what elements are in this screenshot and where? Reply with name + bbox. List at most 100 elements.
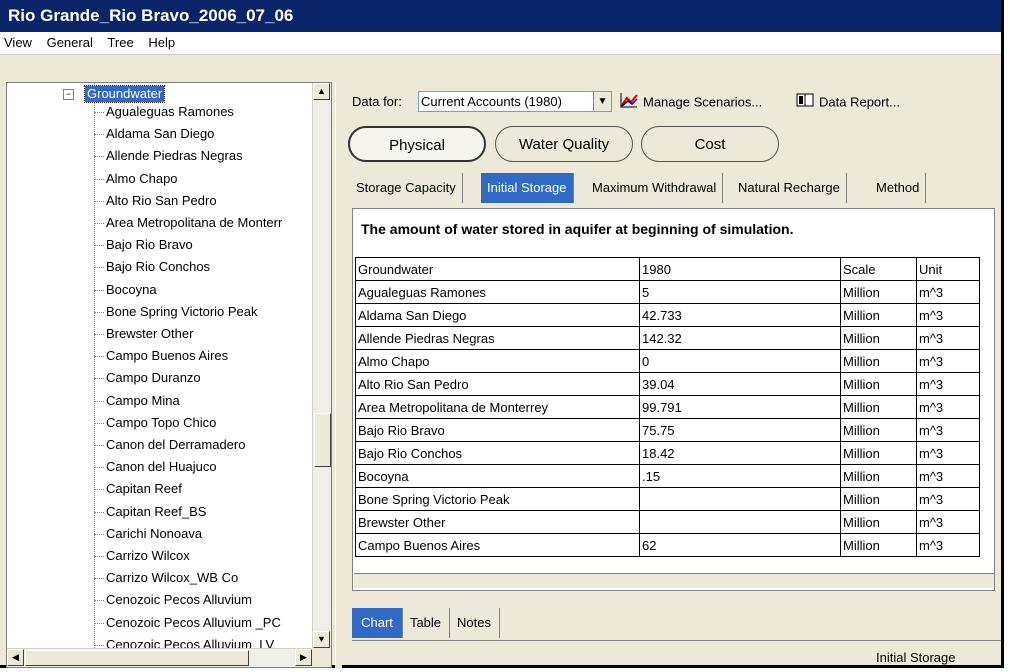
tree-item-label: Cenozoic Pecos Alluvium_LV — [106, 636, 275, 648]
tab-initial-storage[interactable]: Initial Storage — [481, 173, 574, 203]
tree-item-label: Campo Topo Chico — [106, 414, 217, 430]
scale-cell: Million — [840, 418, 917, 442]
tree-horizontal-scrollbar[interactable]: ◀ ▶ — [7, 648, 312, 667]
tree-item-label: Alto Rio San Pedro — [106, 192, 217, 208]
scale-cell: Million — [840, 510, 917, 534]
tab-chart[interactable]: Chart — [352, 608, 403, 638]
tree-item[interactable]: Campo Topo Chico — [94, 412, 216, 434]
tab-method[interactable]: Method — [870, 173, 927, 203]
category-cost-button[interactable]: Cost — [641, 126, 779, 162]
tree-item[interactable]: Area Metropolitana de Monterr — [94, 212, 282, 234]
tree-item[interactable]: Allende Piedras Negras — [94, 145, 243, 167]
grid-horizontal-scrollbar[interactable] — [354, 573, 994, 588]
value-cell[interactable]: 0 — [639, 349, 841, 373]
tree-item[interactable]: Campo Buenos Aires — [94, 345, 228, 367]
grid-filler — [980, 442, 1005, 465]
menu-tree[interactable]: Tree — [107, 35, 133, 50]
value-cell[interactable]: 39.04 — [639, 372, 841, 396]
grid-filler — [980, 350, 1005, 373]
tree-item[interactable]: Cenozoic Pecos Alluvium_LV — [94, 634, 274, 648]
grid-filler — [980, 304, 1005, 327]
tree-connector — [94, 156, 104, 158]
tree-item[interactable]: Aldama San Diego — [94, 123, 214, 145]
menu-general[interactable]: General — [47, 35, 93, 50]
tab-storage-capacity[interactable]: Storage Capacity — [350, 173, 463, 203]
tree-item[interactable]: Agualeguas Ramones — [94, 101, 234, 123]
scroll-down-arrow-icon[interactable]: ▼ — [313, 631, 330, 648]
tree-item[interactable]: Canon del Derramadero — [94, 434, 245, 456]
value-cell[interactable]: 142.32 — [639, 326, 841, 350]
tree-item[interactable]: Capitan Reef — [94, 478, 182, 500]
tree-item[interactable]: Campo Duranzo — [94, 367, 201, 389]
data-report-button[interactable]: Data Report... — [796, 92, 900, 114]
tree-item[interactable]: Bocoyna — [94, 279, 157, 301]
unit-cell: m^3 — [916, 487, 980, 511]
tree-item[interactable]: Bajo Rio Conchos — [94, 256, 210, 278]
tree-item-label: Agualeguas Ramones — [106, 104, 234, 119]
value-cell[interactable] — [639, 487, 841, 511]
category-physical-button[interactable]: Physical — [348, 126, 486, 162]
scale-cell: Million — [840, 395, 917, 419]
scroll-thumb[interactable] — [314, 413, 331, 467]
horizontal-scroll-thumb[interactable] — [25, 650, 249, 666]
tree-item[interactable]: Capitan Reef_BS — [94, 501, 206, 523]
groundwater-cell: Alto Rio San Pedro — [355, 372, 640, 396]
tab-notes[interactable]: Notes — [449, 608, 500, 638]
tree-item[interactable]: Bajo Rio Bravo — [94, 234, 193, 256]
tree-item[interactable]: Bone Spring Victorio Peak — [94, 301, 258, 323]
tree-item[interactable]: Canon del Huajuco — [94, 456, 217, 478]
value-cell[interactable]: 62 — [639, 533, 841, 557]
tree-item[interactable]: Cenozoic Pecos Alluvium — [94, 589, 252, 611]
scroll-left-arrow-icon[interactable]: ◀ — [7, 649, 24, 666]
unit-cell: m^3 — [916, 441, 980, 465]
tree-vertical-scrollbar[interactable]: ▲ ▼ — [312, 83, 331, 648]
grid-header-filler — [980, 258, 1005, 281]
unit-cell: m^3 — [916, 533, 980, 557]
tree-item[interactable]: Carichi Nonoava — [94, 523, 202, 545]
tree-item-label: Bocoyna — [106, 281, 157, 297]
tree-root-groundwater[interactable]: Groundwater — [83, 85, 166, 103]
category-water-quality-button[interactable]: Water Quality — [495, 126, 633, 162]
scroll-up-arrow-icon[interactable]: ▲ — [313, 83, 330, 100]
scale-cell: Million — [840, 533, 917, 557]
column-header-groundwater[interactable]: Groundwater — [355, 257, 640, 281]
table-row: Almo Chapo 0 Million m^3 — [355, 349, 1005, 373]
tree-item[interactable]: Cenozoic Pecos Alluvium _PC — [94, 612, 281, 634]
manage-scenarios-button[interactable]: Manage Scenarios... — [620, 92, 762, 114]
tab-table[interactable]: Table — [402, 608, 450, 638]
unit-cell: m^3 — [916, 280, 980, 304]
tab-maximum-withdrawal[interactable]: Maximum Withdrawal — [586, 173, 724, 203]
value-cell[interactable]: 42.733 — [639, 303, 841, 327]
column-header-year[interactable]: 1980 — [639, 257, 841, 281]
tree-item[interactable]: Campo Mina — [94, 390, 180, 412]
table-row: Campo Buenos Aires 62 Million m^3 — [355, 533, 1005, 557]
table-row: Area Metropolitana de Monterrey 99.791 Mil… — [355, 395, 1005, 419]
column-header-scale[interactable]: Scale — [840, 257, 917, 281]
tree-item[interactable]: Alto Rio San Pedro — [94, 190, 217, 212]
value-cell[interactable]: 75.75 — [639, 418, 841, 442]
value-cell[interactable] — [639, 510, 841, 534]
unit-cell: m^3 — [916, 395, 980, 419]
value-cell[interactable]: 99.791 — [639, 395, 841, 419]
value-cell[interactable]: .15 — [639, 464, 841, 488]
scenario-select[interactable]: Current Accounts (1980) ▼ — [418, 91, 612, 112]
chevron-down-icon[interactable]: ▼ — [593, 92, 611, 111]
tree-item[interactable]: Brewster Other — [94, 323, 193, 345]
tree-connector — [94, 511, 104, 513]
scale-cell: Million — [840, 326, 917, 350]
value-cell[interactable]: 18.42 — [639, 441, 841, 465]
collapse-icon[interactable]: − — [63, 89, 74, 100]
data-grid: Groundwater 1980 Scale Unit Agualeguas R… — [355, 257, 1005, 557]
tree-item[interactable]: Carrizo Wilcox — [94, 545, 190, 567]
menu-help[interactable]: Help — [148, 35, 175, 50]
menu-view[interactable]: View — [4, 35, 32, 50]
application-window: Rio Grande_Rio Bravo_2006_07_06 View Gen… — [0, 0, 1004, 668]
scroll-right-arrow-icon[interactable]: ▶ — [295, 649, 312, 666]
table-row: Bajo Rio Conchos 18.42 Million m^3 — [355, 441, 1005, 465]
tab-natural-recharge[interactable]: Natural Recharge — [732, 173, 847, 203]
tree-item[interactable]: Carrizo Wilcox_WB Co — [94, 567, 238, 589]
panel-splitter[interactable] — [335, 82, 342, 668]
column-header-unit[interactable]: Unit — [916, 257, 980, 281]
value-cell[interactable]: 5 — [639, 280, 841, 304]
tree-item[interactable]: Almo Chapo — [94, 168, 178, 190]
